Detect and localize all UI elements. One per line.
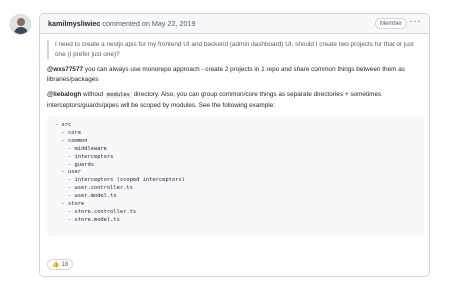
- mention-link[interactable]: @wxs77577: [47, 66, 83, 73]
- comment-author-line: kamilmysliwiec commented on May 22, 2019: [48, 19, 195, 28]
- reaction-count: 18: [61, 262, 69, 268]
- comment-header: kamilmysliwiec commented on May 22, 2019…: [40, 14, 429, 34]
- thumbs-up-icon: 👍: [52, 262, 60, 268]
- comment-timestamp[interactable]: commented on May 22, 2019: [102, 19, 195, 28]
- blockquote: I need to create a nestjs apis for my fr…: [47, 40, 424, 59]
- reaction-thumbs-up-button[interactable]: 👍 18: [47, 259, 74, 270]
- kebab-horizontal-icon[interactable]: ···: [410, 16, 422, 27]
- author-link[interactable]: kamilmysliwiec: [48, 19, 100, 28]
- paragraph-1-text: you can always use monorepo approach - c…: [47, 66, 405, 83]
- paragraph-2-text-a: without: [81, 91, 106, 98]
- paragraph-2: @liebalogh without modules directory. Al…: [47, 90, 424, 110]
- avatar[interactable]: [10, 14, 31, 35]
- comment-card: kamilmysliwiec commented on May 22, 2019…: [39, 13, 430, 277]
- avatar-head: [17, 18, 25, 26]
- inline-code: modules: [105, 92, 132, 98]
- comment-body: I need to create a nestjs apis for my fr…: [47, 40, 424, 236]
- avatar-body: [14, 27, 28, 34]
- paragraph-1: @wxs77577 you can always use monorepo ap…: [47, 65, 424, 84]
- code-block: - src - core - common - middleware - int…: [47, 116, 424, 236]
- member-badge: Member: [374, 18, 407, 29]
- mention-link[interactable]: @liebalogh: [47, 91, 81, 98]
